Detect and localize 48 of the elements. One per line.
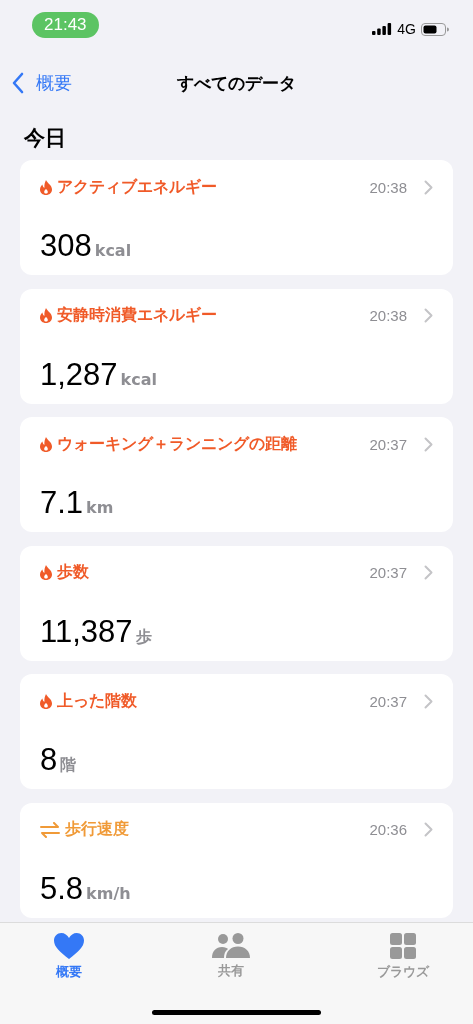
signal-icon <box>372 23 393 35</box>
back-chevron-icon <box>12 72 24 94</box>
chevron-icon <box>424 179 433 195</box>
chevron-icon <box>424 308 433 323</box>
back-button[interactable]: 概要 <box>10 69 74 97</box>
value-text: 11,387 <box>40 613 133 650</box>
chevron-icon <box>424 436 433 452</box>
chevron-icon <box>424 565 433 580</box>
chevron-icon <box>424 822 433 837</box>
value-text: 7.1 <box>40 485 84 521</box>
card-time: 20:38 <box>369 307 407 324</box>
battery-icon <box>421 22 449 36</box>
data-card[interactable]: アクティブエネルギー 20:38 308 kcal <box>20 160 453 275</box>
data-card[interactable]: 安静時消費エネルギー 20:38 1,287 kcal <box>20 288 453 404</box>
value-text: 1,287 <box>40 356 118 393</box>
chevron-icon <box>424 693 433 709</box>
value-text: 308 <box>40 228 92 264</box>
card-time: 20:37 <box>369 692 407 710</box>
data-card[interactable]: 歩行速度 20:36 5.8 km/h <box>20 802 453 918</box>
card-title: アクティブエネルギー <box>57 176 218 198</box>
card-title: 安静時消費エネルギー <box>57 305 218 326</box>
tab-button[interactable]: 概要 <box>42 931 96 987</box>
data-card[interactable]: 歩数 20:37 11,387 歩 <box>20 545 453 661</box>
card-title: 上った階数 <box>57 690 138 712</box>
card-title: ウォーキング＋ランニングの距離 <box>57 433 298 455</box>
value-text: 8 <box>40 742 58 778</box>
grid-icon <box>390 933 416 959</box>
unit-label: 階 <box>60 755 77 776</box>
card-time: 20:38 <box>369 178 407 196</box>
unit-label: km <box>86 498 114 517</box>
card-time: 20:36 <box>369 821 407 838</box>
value-text: 5.8 <box>40 870 84 907</box>
people-icon <box>211 933 250 958</box>
page-title: すべてのデータ <box>177 71 296 95</box>
card-title: 歩行速度 <box>65 819 130 840</box>
status-time: 21:43 <box>32 12 99 38</box>
data-card[interactable]: 上った階数 20:37 8 階 <box>20 674 453 789</box>
section-heading: 今日 <box>23 125 67 152</box>
card-time: 20:37 <box>369 564 407 581</box>
card-title: 歩数 <box>57 562 90 583</box>
network-label: 4G <box>397 21 416 37</box>
unit-label: kcal <box>120 369 157 389</box>
unit-label: 歩 <box>135 626 152 648</box>
card-time: 20:37 <box>369 435 407 453</box>
data-card[interactable]: ウォーキング＋ランニングの距離 20:37 7.1 km <box>20 417 453 532</box>
heart-icon <box>54 933 84 959</box>
unit-label: km/h <box>86 883 131 903</box>
unit-label: kcal <box>94 241 132 260</box>
